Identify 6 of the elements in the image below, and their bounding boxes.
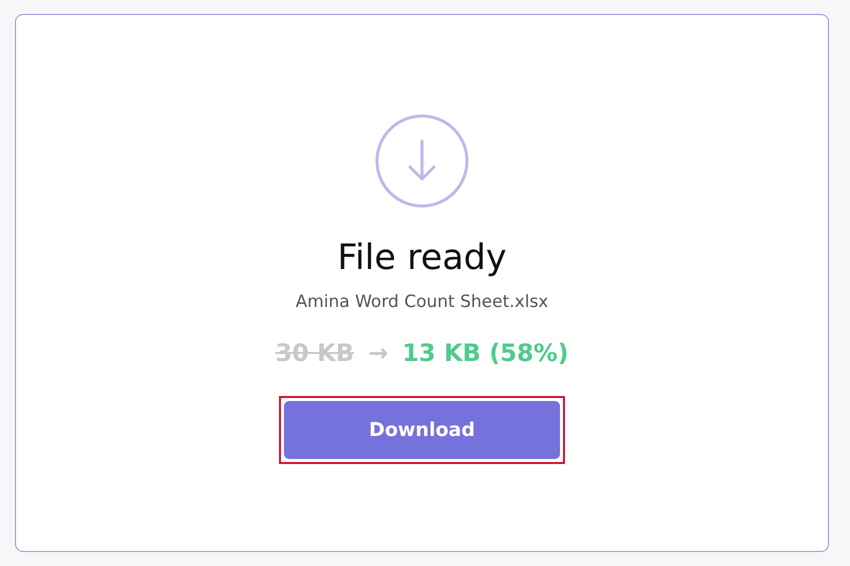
download-button[interactable]: Download	[284, 401, 560, 459]
arrow-glyph: →	[368, 338, 388, 368]
compressed-size: 13 KB (58%)	[402, 338, 569, 368]
file-name: Amina Word Count Sheet.xlsx	[296, 291, 548, 314]
status-title: File ready	[337, 237, 507, 280]
download-icon	[375, 114, 469, 208]
